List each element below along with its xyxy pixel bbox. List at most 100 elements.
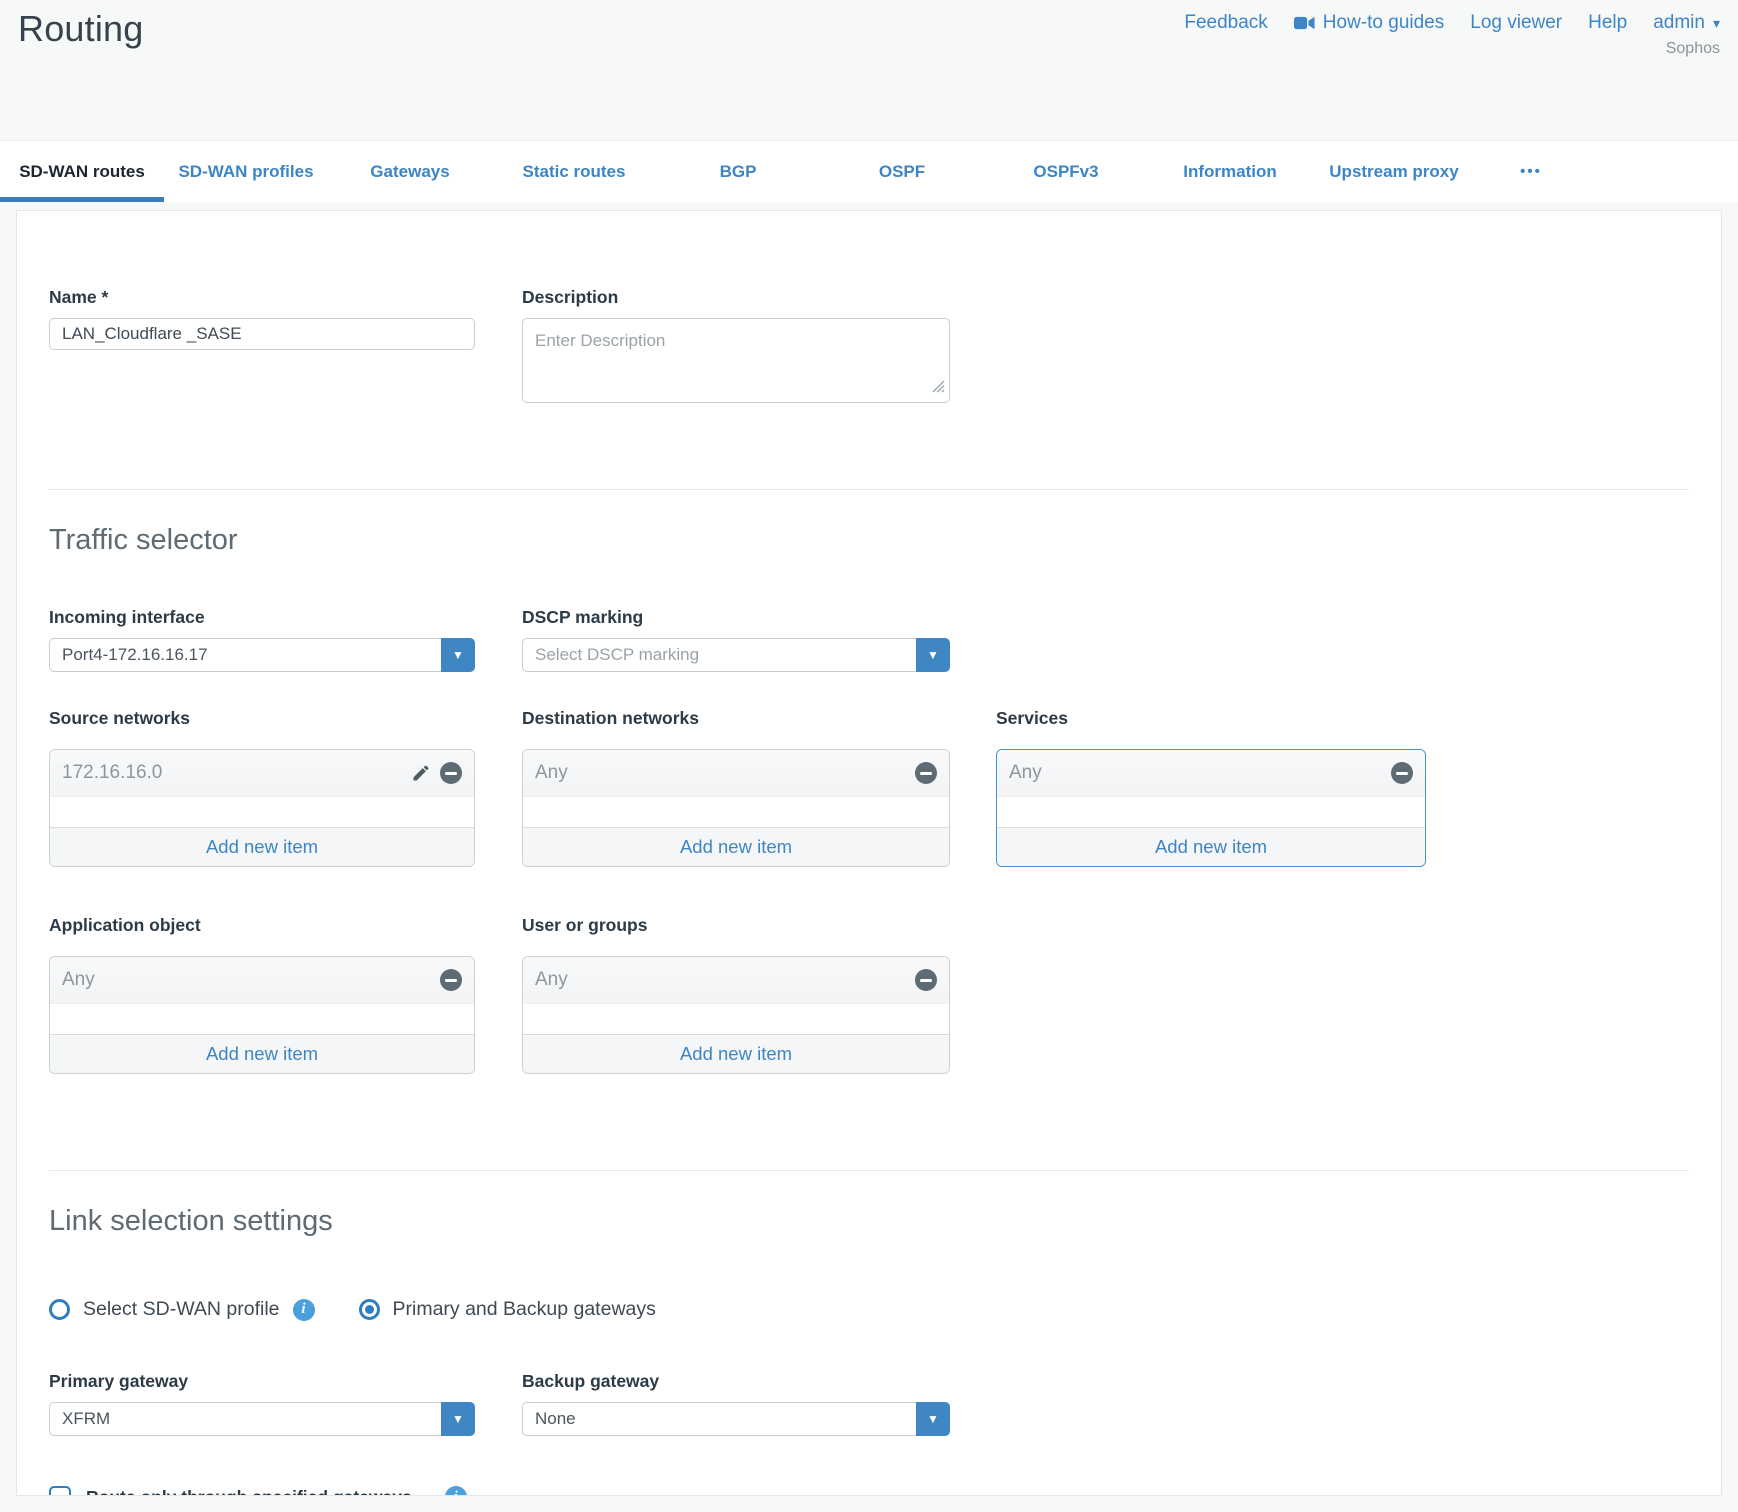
gateway-row: Primary gateway XFRM ▼ Backup gateway No…	[49, 1371, 1689, 1436]
item-actions	[411, 762, 462, 784]
application-object-box: Any Add new item	[49, 956, 475, 1074]
list-item[interactable]: Any	[50, 957, 474, 1004]
remove-icon[interactable]	[915, 762, 937, 784]
add-new-item-label: Add new item	[206, 1043, 318, 1065]
add-new-item-label: Add new item	[680, 1043, 792, 1065]
divider	[49, 489, 1689, 490]
list-empty-area	[50, 797, 474, 827]
user-menu[interactable]: admin ▾	[1653, 12, 1720, 34]
tab-overflow-menu[interactable]: •••	[1476, 141, 1586, 202]
tab-bgp[interactable]: BGP	[656, 141, 820, 202]
item-actions	[1391, 762, 1413, 784]
sdwan-route-form: Name * Description Traffic selector Inco…	[16, 210, 1722, 1496]
dscp-marking-select[interactable]: Select DSCP marking ▼	[522, 638, 950, 672]
brand-label: Sophos	[1184, 40, 1720, 58]
list-item[interactable]: 172.16.16.0	[50, 750, 474, 797]
user-or-groups-label: User or groups	[522, 915, 950, 936]
radio-icon[interactable]	[359, 1299, 380, 1320]
radio-primary-backup[interactable]: Primary and Backup gateways	[359, 1298, 656, 1321]
info-icon[interactable]: i	[445, 1486, 467, 1496]
traffic-selector-heading: Traffic selector	[49, 524, 1689, 557]
add-new-item-button[interactable]: Add new item	[997, 827, 1425, 866]
page-header: Routing Feedback How-to guides Log viewe…	[0, 0, 1738, 140]
tab-ospfv3[interactable]: OSPFv3	[984, 141, 1148, 202]
radio-icon[interactable]	[49, 1299, 70, 1320]
backup-gateway-value: None	[523, 1403, 949, 1435]
item-actions	[915, 969, 937, 991]
item-label: Any	[62, 969, 440, 991]
backup-gateway-label: Backup gateway	[522, 1371, 950, 1392]
ellipsis-icon: •••	[1520, 163, 1542, 180]
destination-networks-label: Destination networks	[522, 708, 950, 729]
divider	[49, 1170, 1689, 1171]
incoming-interface-select[interactable]: Port4-172.16.16.17 ▼	[49, 638, 475, 672]
help-link[interactable]: Help	[1588, 12, 1627, 34]
list-empty-area	[50, 1004, 474, 1034]
add-new-item-label: Add new item	[1155, 836, 1267, 858]
required-mark: *	[102, 287, 109, 307]
name-label-text: Name	[49, 287, 97, 307]
route-only-checkbox[interactable]	[49, 1486, 71, 1496]
remove-icon[interactable]	[440, 969, 462, 991]
dropdown-button[interactable]: ▼	[916, 1402, 950, 1436]
howto-guides-link[interactable]: How-to guides	[1294, 12, 1444, 34]
dropdown-button[interactable]: ▼	[441, 1402, 475, 1436]
item-label: Any	[535, 969, 915, 991]
remove-icon[interactable]	[440, 762, 462, 784]
name-field-group: Name *	[49, 287, 475, 350]
backup-gateway-select[interactable]: None ▼	[522, 1402, 950, 1436]
chevron-down-icon: ▼	[927, 649, 939, 661]
name-label: Name *	[49, 287, 475, 308]
networks-boxes-row: 172.16.16.0 Add new item Any	[49, 749, 1689, 867]
link-selection-radio-row: Select SD-WAN profile i Primary and Back…	[49, 1298, 1689, 1321]
networks-labels-row: Source networks Destination networks Ser…	[49, 708, 1689, 739]
add-new-item-label: Add new item	[206, 836, 318, 858]
feedback-link[interactable]: Feedback	[1184, 12, 1267, 34]
tab-bar: SD-WAN routes SD-WAN profiles Gateways S…	[0, 140, 1738, 202]
primary-gateway-select[interactable]: XFRM ▼	[49, 1402, 475, 1436]
tab-gateways[interactable]: Gateways	[328, 141, 492, 202]
list-item[interactable]: Any	[997, 750, 1425, 797]
item-label: Any	[1009, 762, 1391, 784]
add-new-item-button[interactable]: Add new item	[523, 1034, 949, 1073]
radio-sdwan-profile[interactable]: Select SD-WAN profile i	[49, 1298, 315, 1321]
route-only-checkbox-label: Route only through specified gateways	[86, 1487, 412, 1497]
log-viewer-link[interactable]: Log viewer	[1470, 12, 1562, 34]
tab-sdwan-routes[interactable]: SD-WAN routes	[0, 141, 164, 202]
description-textarea[interactable]	[522, 318, 950, 403]
radio-sdwan-profile-label: Select SD-WAN profile	[83, 1298, 280, 1321]
tab-static-routes[interactable]: Static routes	[492, 141, 656, 202]
remove-icon[interactable]	[915, 969, 937, 991]
name-input[interactable]	[49, 318, 475, 350]
add-new-item-button[interactable]: Add new item	[50, 1034, 474, 1073]
list-empty-area	[997, 797, 1425, 827]
list-item[interactable]: Any	[523, 957, 949, 1004]
list-item[interactable]: Any	[523, 750, 949, 797]
add-new-item-button[interactable]: Add new item	[50, 827, 474, 866]
edit-icon[interactable]	[411, 763, 431, 783]
help-label: Help	[1588, 12, 1627, 34]
dropdown-button[interactable]: ▼	[916, 638, 950, 672]
chevron-down-icon: ▼	[452, 1413, 464, 1425]
incoming-interface-group: Incoming interface Port4-172.16.16.17 ▼	[49, 607, 475, 672]
tab-ospf[interactable]: OSPF	[820, 141, 984, 202]
name-description-row: Name * Description	[49, 287, 1689, 403]
info-icon[interactable]: i	[293, 1299, 315, 1321]
chevron-down-icon: ▼	[452, 649, 464, 661]
item-actions	[440, 969, 462, 991]
tab-information[interactable]: Information	[1148, 141, 1312, 202]
feedback-link-label: Feedback	[1184, 12, 1267, 34]
add-new-item-button[interactable]: Add new item	[523, 827, 949, 866]
item-actions	[915, 762, 937, 784]
remove-icon[interactable]	[1391, 762, 1413, 784]
destination-networks-box: Any Add new item	[522, 749, 950, 867]
backup-gateway-group: Backup gateway None ▼	[522, 1371, 950, 1436]
app-user-boxes-row: Any Add new item Any Add new item	[49, 956, 1689, 1074]
tab-upstream-proxy[interactable]: Upstream proxy	[1312, 141, 1476, 202]
dropdown-button[interactable]: ▼	[441, 638, 475, 672]
page-title: Routing	[18, 8, 143, 50]
description-textarea-wrap	[522, 318, 950, 403]
services-label: Services	[996, 708, 1426, 729]
primary-gateway-value: XFRM	[50, 1403, 474, 1435]
tab-sdwan-profiles[interactable]: SD-WAN profiles	[164, 141, 328, 202]
